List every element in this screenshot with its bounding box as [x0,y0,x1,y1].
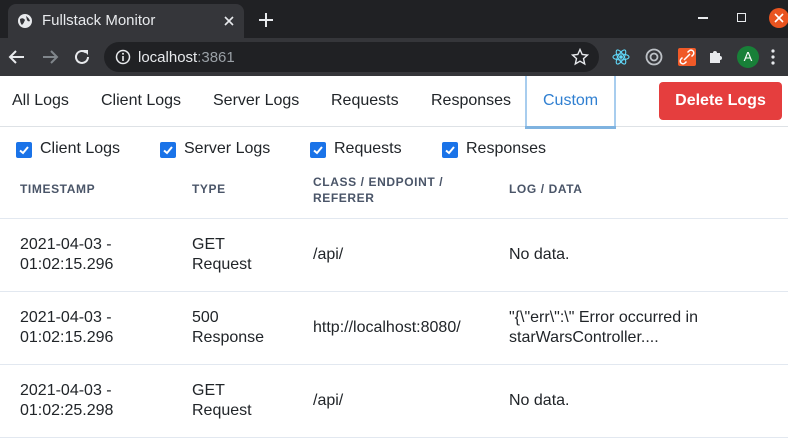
browser-toolbar: localhost:3861 A [0,38,788,76]
column-header-timestamp: TIMESTAMP [20,182,96,196]
checkbox-checked[interactable] [310,142,326,158]
tab-client-logs[interactable]: Client Logs [101,92,181,110]
link-extension-icon[interactable] [677,47,697,67]
filter-label: Requests [334,140,402,157]
filter-label: Responses [466,140,547,157]
window-close-button[interactable] [769,8,788,28]
filter-label: Server Logs [184,140,271,157]
column-header-endpoint: CLASS / ENDPOINT / REFERER [313,175,444,205]
cell-type: GET Request [192,382,252,419]
checkbox-checked[interactable] [16,142,32,158]
cell-data: No data. [509,246,570,263]
checkbox-checked[interactable] [442,142,458,158]
cell-endpoint: http://localhost:8080/ [313,319,461,336]
cell-data: No data. [509,392,570,409]
tab-responses[interactable]: Responses [431,92,511,110]
tab-custom[interactable]: Custom [543,92,598,110]
avatar[interactable]: A [737,46,759,68]
tab-title: Fullstack Monitor [42,12,156,29]
cell-timestamp: 2021-04-03 - 01:02:25.298 [20,382,114,419]
forward-arrow-icon[interactable] [41,48,59,66]
puzzle-icon[interactable] [706,47,726,67]
cell-type: GET Request [192,236,252,273]
tab-all-logs[interactable]: All Logs [12,92,69,110]
cell-type: 500 Response [192,309,265,346]
table-row[interactable]: 2021-04-03 - 01:02:15.296 500 Response h… [0,291,788,364]
url-host: localhost [138,49,198,66]
globe-icon [18,14,32,28]
reload-icon[interactable] [73,48,91,66]
target-icon[interactable] [644,47,664,67]
plus-icon[interactable] [258,12,274,28]
filter-label: Client Logs [40,140,121,157]
url-text: localhost:3861 [138,49,235,66]
column-header-data: LOG / DATA [509,182,583,196]
browser-tab-strip: Fullstack Monitor [0,0,788,38]
cell-timestamp: 2021-04-03 - 01:02:15.296 [20,309,114,346]
cell-endpoint: /api/ [313,246,344,263]
column-header-type: TYPE [192,182,226,196]
cell-timestamp: 2021-04-03 - 01:02:15.296 [20,236,114,273]
url-port: :3861 [197,49,235,66]
delete-logs-button[interactable]: Delete Logs [659,82,782,120]
table-row[interactable]: 2021-04-03 - 01:02:25.298 GET Request /a… [0,364,788,437]
browser-tab[interactable]: Fullstack Monitor [8,4,244,38]
back-arrow-icon[interactable] [8,48,26,66]
star-icon[interactable] [571,48,589,66]
cell-data: "{\"err\":\" Error occurred in starWarsC… [509,309,698,346]
tab-server-logs[interactable]: Server Logs [213,92,299,110]
tab-requests[interactable]: Requests [331,92,399,110]
more-vert-icon[interactable] [771,49,775,65]
table-row[interactable]: 2021-04-03 - 01:02:15.296 GET Request /a… [0,218,788,291]
close-icon[interactable] [222,14,236,28]
address-bar[interactable]: localhost:3861 [104,42,599,72]
cell-endpoint: /api/ [313,392,344,409]
maximize-button[interactable] [737,13,746,22]
checkbox-checked[interactable] [160,142,176,158]
info-icon[interactable] [115,49,131,65]
close-icon [774,13,784,23]
react-devtools-icon[interactable] [611,47,631,67]
minimize-button[interactable] [698,17,708,19]
